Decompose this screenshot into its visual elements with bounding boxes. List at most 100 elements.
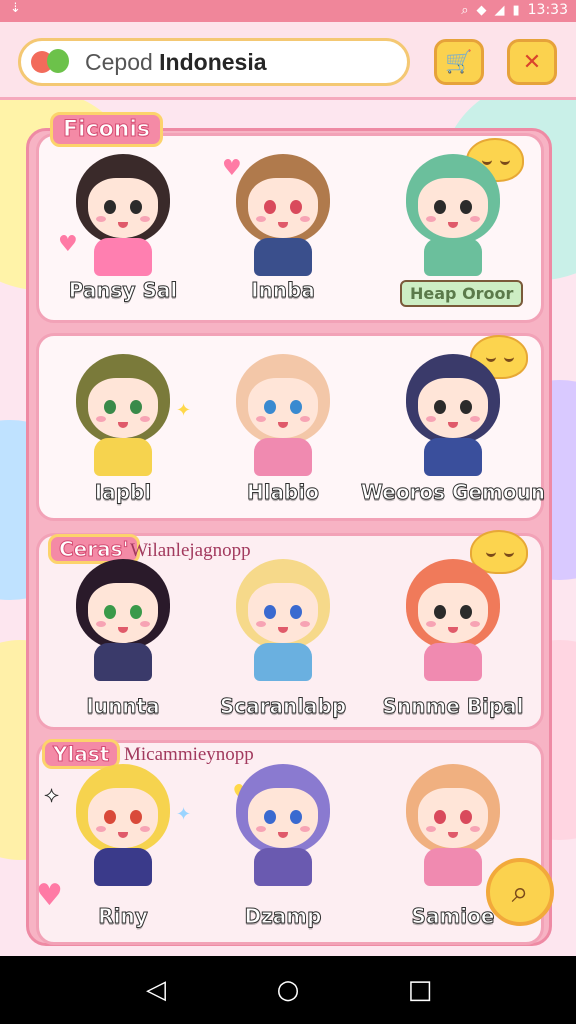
character-name: Heap Oroor [400,280,524,307]
character-eye [264,810,276,824]
search-bar[interactable]: Cepod Indonesia [18,38,410,86]
back-button[interactable]: ◁ [140,974,172,1006]
character-cheek [470,416,480,422]
character-eye [130,605,142,619]
character-eye [460,200,472,214]
character-name: Innba [251,278,316,303]
character-face [418,178,488,238]
app-logo-icon [29,45,75,79]
character-cheek [470,826,480,832]
character-card[interactable] [208,340,358,490]
app-bar: Cepod Indonesia 🛒 ✕ [0,22,576,100]
character-cheek [140,826,150,832]
character-cheek [140,416,150,422]
search-icon: ⌕ [511,874,529,910]
character-eye [130,200,142,214]
character-face [418,788,488,848]
character-face [248,583,318,643]
close-icon: ✕ [522,49,542,75]
character-eye [104,810,116,824]
character-name: Snnme Bipal [382,694,524,719]
navigation-bar: ◁ ○ □ [0,956,576,1024]
character-face [88,178,158,238]
character-body [424,848,482,886]
character-card[interactable] [208,545,358,695]
character-cheek [300,416,310,422]
wifi-icon: ◆ [476,2,487,18]
character-face [88,583,158,643]
character-face [418,378,488,438]
character-cheek [256,216,266,222]
character-cheek [426,416,436,422]
character-eye [434,400,446,414]
character-card[interactable] [378,140,528,290]
character-card[interactable] [48,545,198,695]
character-face [88,378,158,438]
back-icon: ◁ [146,975,166,1005]
character-cheek [96,826,106,832]
character-card[interactable] [48,340,198,490]
character-body [94,643,152,681]
signal-icon: ◢ [494,2,505,18]
recent-apps-icon: □ [407,975,433,1005]
character-body [424,643,482,681]
character-cheek [140,621,150,627]
character-eye [130,810,142,824]
character-cheek [96,621,106,627]
character-eye [290,400,302,414]
character-body [254,238,312,276]
character-cheek [96,216,106,222]
character-body [254,438,312,476]
character-eye [434,200,446,214]
character-face [248,378,318,438]
character-cheek [256,621,266,627]
character-card[interactable] [208,750,358,900]
character-name: Dzamp [244,904,322,929]
character-cheek [426,826,436,832]
character-face [248,178,318,238]
cart-button[interactable]: 🛒 [434,39,484,85]
character-card[interactable] [378,340,528,490]
character-eye [434,605,446,619]
home-icon: ○ [276,975,300,1005]
character-body [254,643,312,681]
character-body [94,238,152,276]
search-value: Indonesia [159,48,267,75]
character-name: Hlabio [246,480,319,505]
character-cheek [426,216,436,222]
character-body [424,438,482,476]
character-eye [460,810,472,824]
character-card[interactable] [48,140,198,290]
character-card[interactable] [208,140,358,290]
character-face [248,788,318,848]
character-cheek [256,826,266,832]
character-body [424,238,482,276]
search-input[interactable]: Cepod Indonesia [85,49,267,76]
character-name: Scaranlabp [219,694,347,719]
recent-apps-button[interactable]: □ [404,974,436,1006]
character-cheek [470,621,480,627]
character-body [94,438,152,476]
character-eye [104,605,116,619]
character-eye [460,605,472,619]
character-eye [264,400,276,414]
character-name: Weoros Gemoun [360,480,546,505]
character-body [94,848,152,886]
character-eye [264,200,276,214]
character-eye [290,810,302,824]
character-card[interactable] [48,750,198,900]
character-cheek [256,416,266,422]
download-arrow-icon: ⇣ [10,1,21,16]
character-face [88,788,158,848]
search-fab-button[interactable]: ⌕ [486,858,554,926]
character-eye [130,400,142,414]
close-button[interactable]: ✕ [507,39,557,85]
character-cheek [140,216,150,222]
character-card[interactable] [378,545,528,695]
character-cheek [300,216,310,222]
character-body [254,848,312,886]
home-button[interactable]: ○ [272,974,304,1006]
battery-icon: ▮ [512,2,520,18]
cart-icon: 🛒 [445,49,473,75]
character-cheek [426,621,436,627]
